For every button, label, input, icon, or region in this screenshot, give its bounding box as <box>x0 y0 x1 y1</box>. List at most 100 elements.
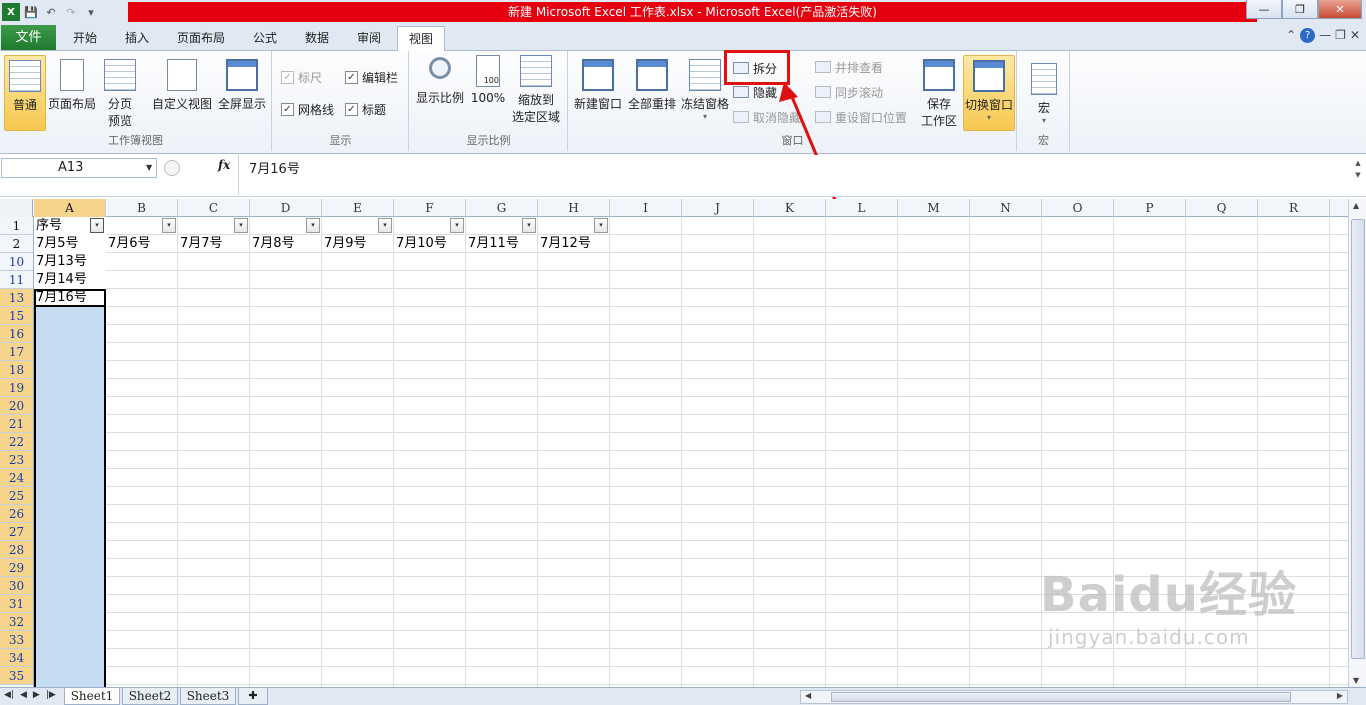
zoom-100-button[interactable]: 100 100% <box>468 55 508 105</box>
row-header[interactable]: 15 <box>0 307 33 325</box>
col-header-B[interactable]: B <box>106 199 178 217</box>
row-header[interactable]: 26 <box>0 505 33 523</box>
maximize-button[interactable]: ❐ <box>1282 0 1318 19</box>
col-header-E[interactable]: E <box>322 199 394 217</box>
save-workspace-button[interactable]: 保存 工作区 <box>917 55 961 129</box>
cell-A11[interactable]: 7月14号 <box>34 271 106 289</box>
row-header[interactable]: 33 <box>0 631 33 649</box>
undo-icon[interactable]: ↶ <box>42 3 60 21</box>
col-header-L[interactable]: L <box>826 199 898 217</box>
filter-active-icon[interactable]: ▾ <box>90 218 104 233</box>
row-header[interactable]: 10 <box>0 253 33 271</box>
col-header-N[interactable]: N <box>970 199 1042 217</box>
row-header[interactable]: 11 <box>0 271 33 289</box>
row-header[interactable]: 16 <box>0 325 33 343</box>
normal-view-button[interactable]: 普通 <box>4 55 46 131</box>
horizontal-scrollbar[interactable]: ◀ ▶ <box>800 690 1348 704</box>
cell-G2[interactable]: 7月11号 <box>466 235 519 253</box>
prev-sheet-icon[interactable]: ◀ <box>20 690 27 700</box>
row-header[interactable]: 32 <box>0 613 33 631</box>
sheet-tab-1[interactable]: Sheet1 <box>64 688 120 705</box>
excel-logo-icon[interactable]: X <box>2 3 20 21</box>
scroll-left-icon[interactable]: ◀ <box>805 691 811 700</box>
col-header-F[interactable]: F <box>394 199 466 217</box>
cell-E2[interactable]: 7月9号 <box>322 235 367 253</box>
col-header-Q[interactable]: Q <box>1186 199 1258 217</box>
row-header[interactable]: 21 <box>0 415 33 433</box>
filter-dropdown-icon[interactable]: ▾ <box>378 218 392 233</box>
reset-window-position-button[interactable]: 重设窗口位置 <box>815 107 907 127</box>
vertical-scroll-thumb[interactable] <box>1351 219 1365 659</box>
tab-data[interactable]: 数据 <box>292 26 342 51</box>
zoom-button[interactable]: 显示比例 <box>414 55 466 106</box>
cell-H2[interactable]: 7月12号 <box>538 235 591 253</box>
tab-formulas[interactable]: 公式 <box>240 26 290 51</box>
row-header[interactable]: 2 <box>0 235 33 253</box>
cell-C2[interactable]: 7月7号 <box>178 235 223 253</box>
headings-checkbox[interactable]: ✓ 标题 <box>345 99 386 119</box>
name-box-dropdown-icon[interactable]: ▼ <box>146 163 152 172</box>
filter-dropdown-icon[interactable]: ▾ <box>522 218 536 233</box>
row-header[interactable]: 19 <box>0 379 33 397</box>
customize-qat-icon[interactable]: ▾ <box>82 3 100 21</box>
horizontal-scroll-thumb[interactable] <box>831 692 1291 702</box>
row-header[interactable]: 34 <box>0 649 33 667</box>
cell-A2[interactable]: 7月5号 <box>34 235 106 253</box>
filter-dropdown-icon[interactable]: ▾ <box>234 218 248 233</box>
col-header-M[interactable]: M <box>898 199 970 217</box>
vertical-scrollbar[interactable]: ▲ ▼ <box>1348 199 1366 687</box>
macros-button[interactable]: 宏 ▾ <box>1026 55 1062 125</box>
page-layout-view-button[interactable]: 页面布局 <box>48 55 96 112</box>
unhide-button[interactable]: 取消隐藏 <box>733 107 801 127</box>
workbook-close-icon[interactable]: ✕ <box>1350 28 1360 43</box>
cell-D2[interactable]: 7月8号 <box>250 235 295 253</box>
col-header-R[interactable]: R <box>1258 199 1330 217</box>
help-icon[interactable]: ? <box>1300 28 1316 43</box>
row-header[interactable]: 18 <box>0 361 33 379</box>
minimize-ribbon-icon[interactable]: ⌃ <box>1286 28 1296 43</box>
col-header-A[interactable]: A <box>34 199 106 217</box>
expand-formula-icon[interactable] <box>164 160 180 176</box>
switch-windows-button[interactable]: 切换窗口 ▾ <box>963 55 1015 131</box>
row-header[interactable]: 35 <box>0 667 33 685</box>
sheet-tab-2[interactable]: Sheet2 <box>122 688 178 705</box>
save-icon[interactable]: 💾 <box>22 3 40 21</box>
sheet-tab-3[interactable]: Sheet3 <box>180 688 236 705</box>
row-header[interactable]: 27 <box>0 523 33 541</box>
tab-page-layout[interactable]: 页面布局 <box>166 26 236 51</box>
view-side-by-side-button[interactable]: 并排查看 <box>815 57 883 77</box>
row-header[interactable]: 28 <box>0 541 33 559</box>
filter-dropdown-icon[interactable]: ▾ <box>306 218 320 233</box>
filter-dropdown-icon[interactable]: ▾ <box>162 218 176 233</box>
workbook-minimize-icon[interactable]: — <box>1319 28 1331 43</box>
minimize-button[interactable]: — <box>1246 0 1282 19</box>
col-header-H[interactable]: H <box>538 199 610 217</box>
col-header-C[interactable]: C <box>178 199 250 217</box>
ruler-checkbox[interactable]: ✓ 标尺 <box>281 67 322 87</box>
close-button[interactable]: ✕ <box>1318 0 1362 19</box>
tab-insert[interactable]: 插入 <box>112 26 162 51</box>
row-header[interactable]: 25 <box>0 487 33 505</box>
row-header[interactable]: 1 <box>0 217 33 235</box>
cell-A13[interactable]: 7月16号 <box>34 289 87 307</box>
formula-input[interactable]: 7月16号 <box>238 155 1348 195</box>
redo-icon[interactable]: ↷ <box>62 3 80 21</box>
page-break-preview-button[interactable]: 分页 预览 <box>100 55 140 129</box>
insert-function-icon[interactable]: fx <box>218 158 230 172</box>
custom-views-button[interactable]: 自定义视图 <box>150 55 214 112</box>
filter-dropdown-icon[interactable]: ▾ <box>594 218 608 233</box>
cell-A10[interactable]: 7月13号 <box>34 253 106 271</box>
hide-button[interactable]: 隐藏 <box>733 82 777 102</box>
scroll-right-icon[interactable]: ▶ <box>1337 691 1343 700</box>
col-header-G[interactable]: G <box>466 199 538 217</box>
tab-review[interactable]: 审阅 <box>344 26 394 51</box>
select-all-corner[interactable] <box>0 199 33 217</box>
arrange-all-button[interactable]: 全部重排 <box>625 55 679 112</box>
filter-dropdown-icon[interactable]: ▾ <box>450 218 464 233</box>
scroll-down-icon[interactable]: ▼ <box>1353 676 1359 685</box>
formula-scroll-icon[interactable]: ▲ ▼ <box>1352 157 1364 195</box>
row-header[interactable]: 31 <box>0 595 33 613</box>
row-header[interactable]: 29 <box>0 559 33 577</box>
name-box[interactable]: A13 <box>1 158 157 178</box>
tab-view[interactable]: 视图 <box>397 26 445 51</box>
